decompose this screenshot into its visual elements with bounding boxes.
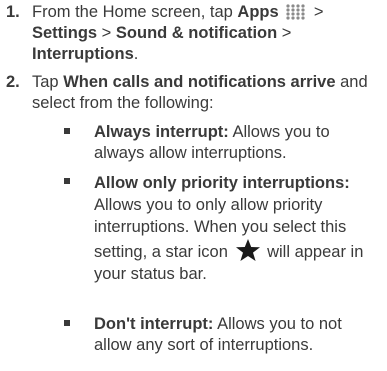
step-number: 2. (6, 73, 20, 91)
separator: > (277, 24, 292, 42)
option-text: Always interrupt: Allows you to always a… (94, 122, 381, 164)
step-number: 1. (6, 3, 20, 21)
step-text: From the Home screen, tap Apps > Setting… (32, 2, 381, 65)
option-text: Allow only priority interruptions: Allow… (94, 172, 381, 285)
option-title: Don't interrupt: (94, 315, 214, 333)
apps-label: Apps (237, 3, 279, 21)
sound-notification-label: Sound & notification (115, 24, 278, 42)
separator: > (97, 24, 116, 42)
separator: > (309, 3, 324, 21)
step-text: Tap When calls and notifications arrive … (32, 72, 381, 114)
instructions-page: 1. From the Home screen, tap Apps > Sett… (0, 0, 387, 371)
bullet-mark (64, 178, 70, 184)
step-text-part: Tap (32, 73, 64, 91)
period: . (133, 45, 139, 63)
apps-grid-icon (286, 4, 305, 20)
star-icon (235, 239, 260, 261)
option-text: Don't interrupt: Allows you to not allow… (94, 314, 381, 356)
option-title: Always interrupt: (94, 123, 229, 141)
step-text-part: From the Home screen, tap (32, 3, 238, 21)
option-title: Allow only priority interruptions: (94, 174, 350, 192)
bullet-mark (64, 128, 70, 134)
when-calls-label: When calls and notifications arrive (63, 73, 336, 91)
settings-label: Settings (32, 24, 98, 42)
interruptions-label: Interruptions (32, 45, 134, 63)
bullet-mark (64, 320, 70, 326)
